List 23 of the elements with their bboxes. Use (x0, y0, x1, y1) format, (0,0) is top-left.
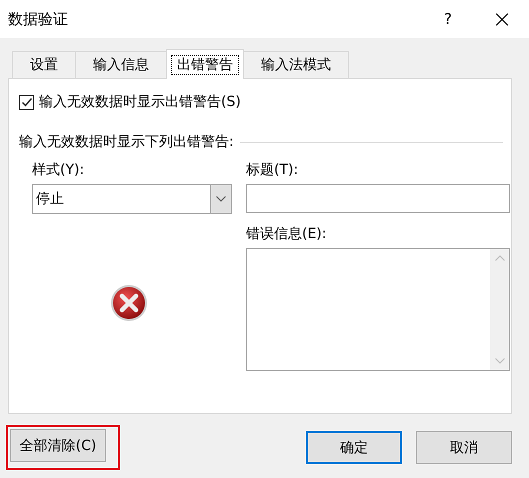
chevron-down-icon (494, 358, 504, 364)
chevron-down-icon (216, 196, 226, 202)
tab[interactable]: 设置 (12, 51, 76, 78)
style-dropdown[interactable]: 停止 (32, 184, 232, 214)
help-button[interactable]: ? (425, 0, 471, 38)
tab[interactable]: 输入法模式 (243, 51, 349, 78)
message-label: 错误信息(E): (246, 225, 326, 243)
tab[interactable]: 出错警告 (166, 49, 244, 79)
error-icon (110, 284, 148, 322)
message-textarea[interactable] (246, 248, 510, 371)
group-label: 输入无效数据时显示下列出错警告: (19, 133, 234, 151)
close-button[interactable]: × (479, 0, 525, 38)
clear-all-button[interactable]: 全部清除(C) (10, 429, 106, 462)
checkbox[interactable] (19, 94, 34, 110)
show-alert-checkbox[interactable]: 输入无效数据时显示出错警告(S) (19, 93, 241, 111)
title-input[interactable] (246, 184, 510, 213)
scrollbar[interactable] (490, 249, 509, 370)
chevron-up-icon (494, 255, 504, 261)
cancel-button[interactable]: 取消 (416, 431, 512, 464)
title-label: 标题(T): (246, 161, 298, 179)
window-title: 数据验证 (8, 10, 69, 28)
style-label: 样式(Y): (32, 161, 84, 179)
ok-button[interactable]: 确定 (306, 431, 402, 464)
